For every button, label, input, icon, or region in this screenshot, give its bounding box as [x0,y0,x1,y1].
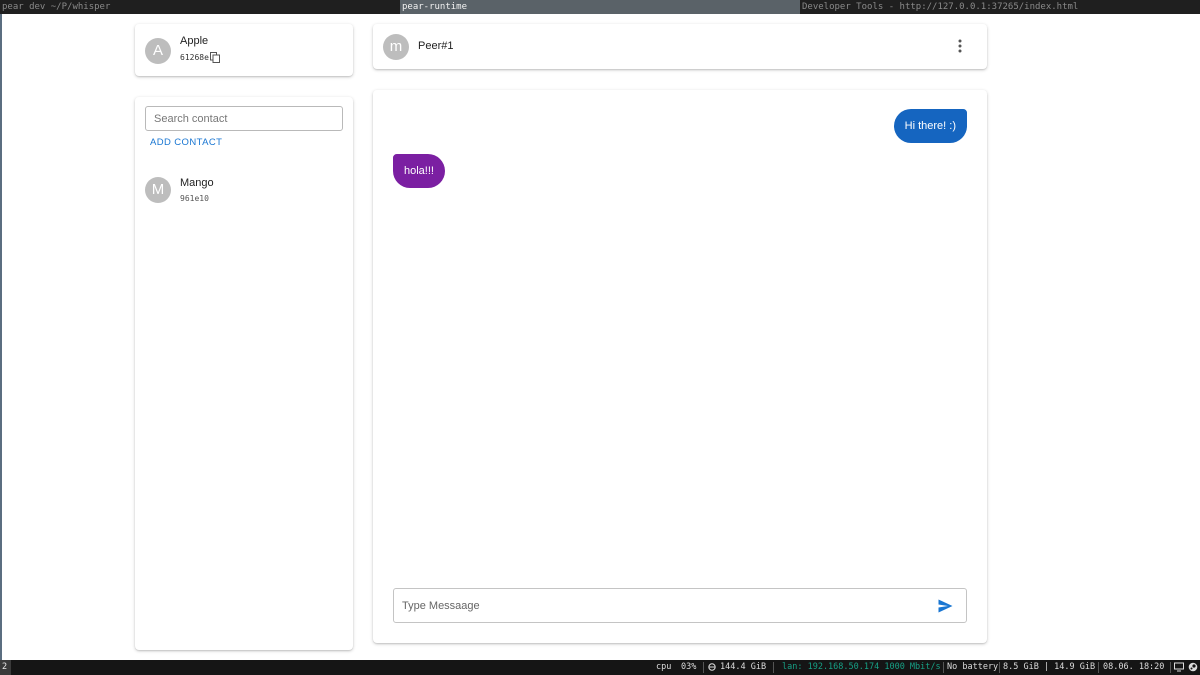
profile-card: A Apple 61268e [135,24,353,76]
status-separator [943,662,944,673]
window-tab-pear-runtime[interactable]: pear-runtime [400,0,800,14]
contact-item-mango[interactable]: M Mango 961e10 [135,172,353,208]
chat-panel: Hi there! :) hola!!! [373,90,987,643]
message-input[interactable] [393,588,967,623]
disk-usage: 144.4 GiB [720,662,767,672]
status-separator [773,662,774,673]
cpu-label: cpu [656,662,672,672]
battery-status: No battery [947,662,999,672]
contact-name: Mango [180,177,214,189]
chat-header: m Peer#1 [373,24,987,69]
clock: 08.06. 18:20 [1103,662,1165,672]
profile-avatar: A [145,38,171,64]
peer-avatar: m [383,34,409,60]
message-outgoing: Hi there! :) [893,109,967,143]
more-vert-icon[interactable] [953,38,967,54]
contact-id: 961e10 [180,194,209,203]
memory-usage: 8.5 GiB | 14.9 GiB [1003,662,1096,672]
message-incoming: hola!!! [393,154,445,188]
contact-avatar: M [145,177,171,203]
status-separator [703,662,704,673]
peer-name: Peer#1 [418,40,454,52]
profile-name: Apple [180,35,209,47]
copy-icon[interactable] [210,52,220,63]
cpu-value: 03% [681,662,697,672]
status-separator [1170,662,1171,673]
status-bar: 2 cpu 03% 144.4 GiB lan: 192.168.50.174 … [0,660,1200,675]
status-separator [1098,662,1099,673]
contacts-panel: ADD CONTACT M Mango 961e10 [135,97,353,650]
window-tab-pear-dev[interactable]: pear dev ~/P/whisper [0,0,400,14]
search-contact-input[interactable] [145,106,343,131]
window-title-bar: pear dev ~/P/whisper pear-runtime Develo… [0,0,1200,14]
steam-tray-icon[interactable] [1188,662,1198,672]
send-icon[interactable] [938,599,953,613]
add-contact-button[interactable]: ADD CONTACT [150,137,222,148]
window-border [0,14,2,660]
profile-id: 61268e [180,53,209,62]
workspace-indicator[interactable]: 2 [0,660,11,675]
lan-status: lan: 192.168.50.174 1000 Mbit/s [782,662,941,672]
display-tray-icon[interactable] [1174,662,1184,672]
status-separator [999,662,1000,673]
disk-icon [708,663,716,671]
window-tab-devtools[interactable]: Developer Tools - http://127.0.0.1:37265… [800,0,1200,14]
